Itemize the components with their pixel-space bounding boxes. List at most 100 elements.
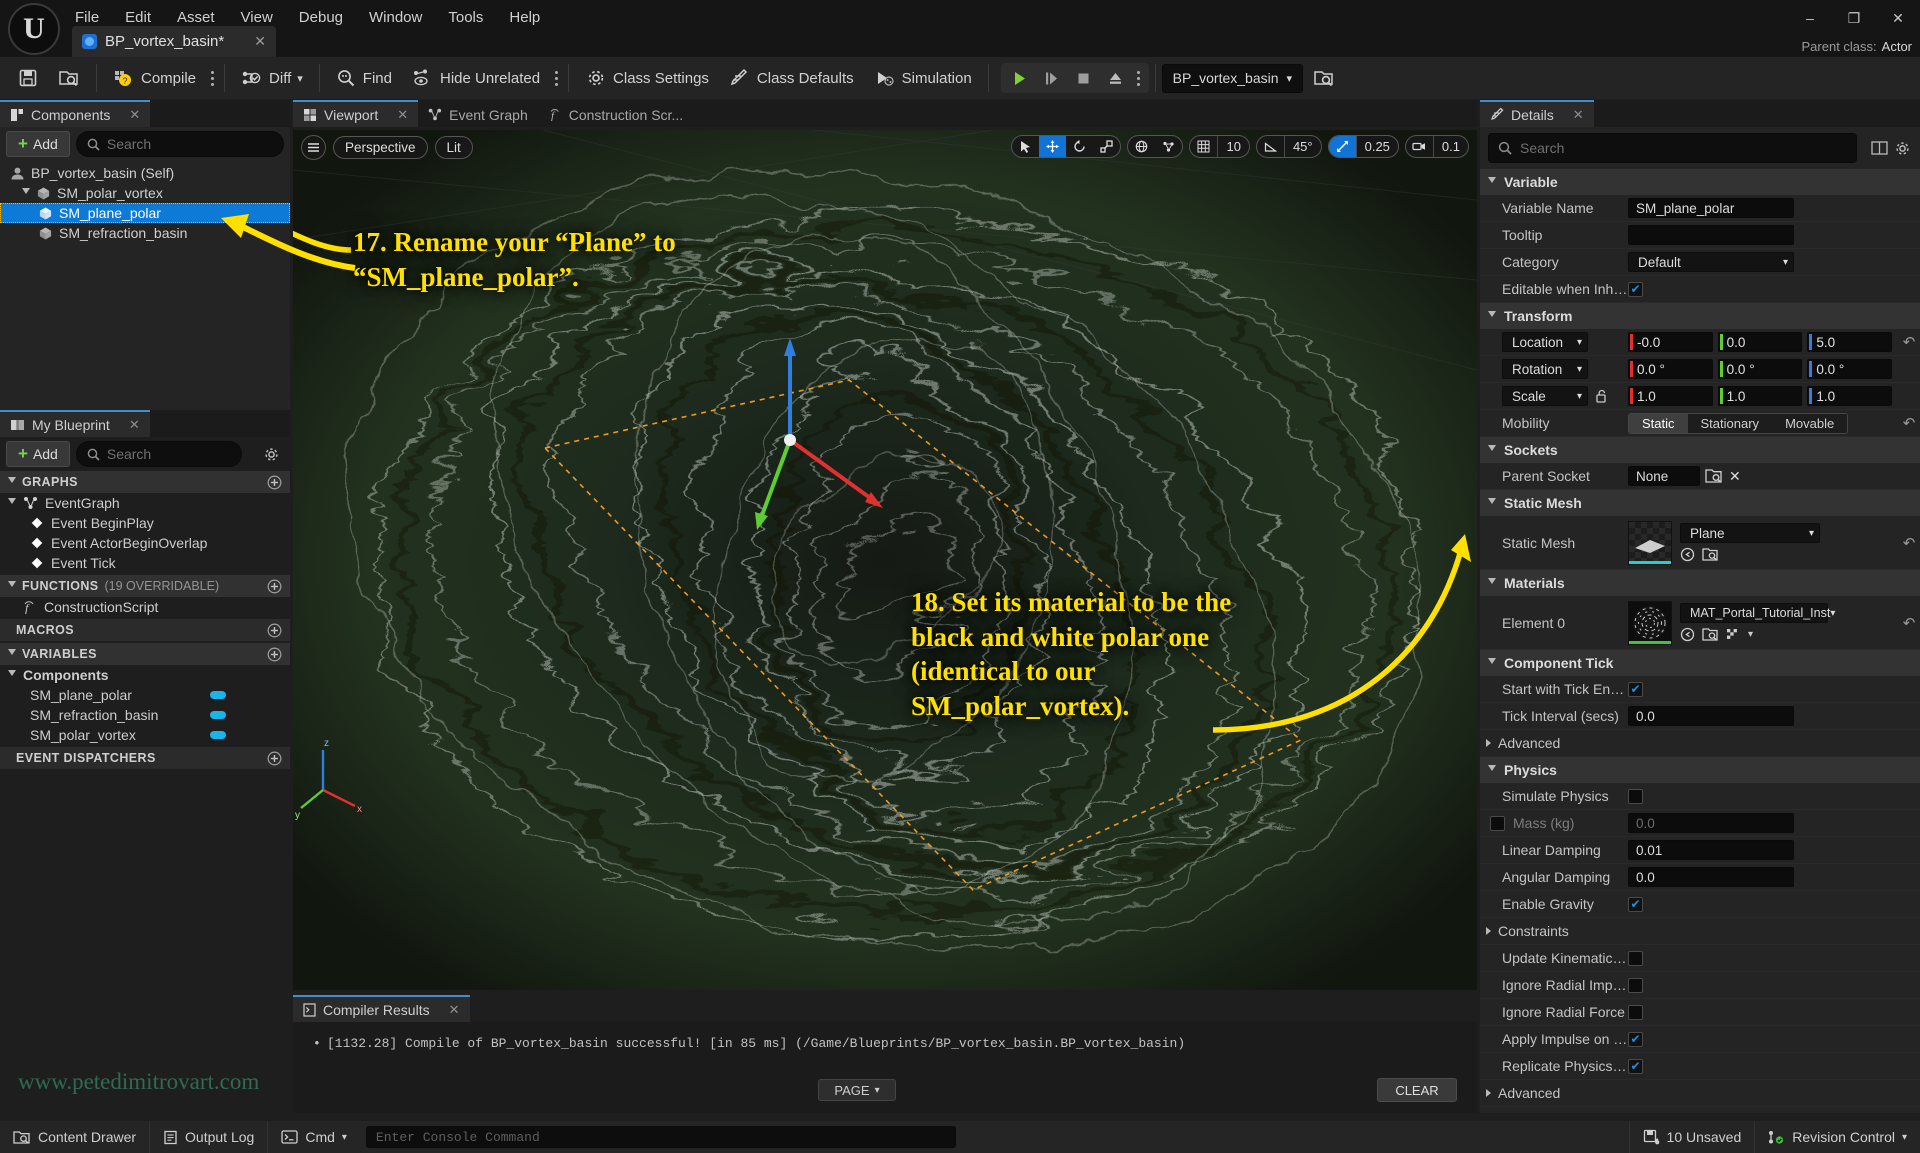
scale-y[interactable]: 1.0 — [1717, 386, 1803, 406]
scale-snap-icon[interactable] — [1328, 136, 1356, 157]
angle-snap-icon[interactable] — [1257, 136, 1284, 157]
use-selected-asset-icon[interactable] — [1680, 627, 1695, 642]
scale-tool-icon[interactable] — [1093, 136, 1120, 157]
start-tick-checkbox[interactable] — [1628, 681, 1643, 697]
close-icon[interactable]: ✕ — [1876, 0, 1920, 36]
unsaved-button[interactable]: 10 Unsaved — [1628, 1121, 1756, 1153]
menu-tools[interactable]: Tools — [435, 0, 496, 36]
tab-construction-script[interactable]: f Construction Scr... — [537, 100, 694, 127]
apply-impulse-checkbox[interactable] — [1628, 1031, 1643, 1047]
details-section-materials[interactable]: Materials — [1480, 570, 1920, 596]
simulation-button[interactable]: Simulation — [864, 59, 982, 97]
expander-icon[interactable] — [1488, 498, 1496, 508]
close-icon[interactable]: ✕ — [129, 107, 140, 123]
output-log-button[interactable]: Output Log — [150, 1121, 269, 1153]
revert-mobility-icon[interactable]: ↶ — [1898, 414, 1920, 432]
hide-unrelated-options-icon[interactable] — [550, 66, 562, 90]
columns-icon[interactable] — [1871, 140, 1888, 156]
category-combo[interactable]: Default ▾ — [1628, 252, 1794, 272]
chevron-down-icon[interactable]: ▾ — [1748, 629, 1753, 640]
rotation-dropdown[interactable]: Rotation ▾ — [1502, 359, 1588, 379]
details-section-static-mesh[interactable]: Static Mesh — [1480, 490, 1920, 516]
editable-checkbox[interactable] — [1628, 281, 1643, 297]
browse-button[interactable] — [48, 59, 90, 97]
material-options-icon[interactable] — [1726, 628, 1741, 642]
ignore-radial-force-checkbox[interactable] — [1628, 1004, 1643, 1020]
add-dispatcher-icon[interactable] — [267, 751, 282, 766]
details-section-sockets[interactable]: Sockets — [1480, 437, 1920, 463]
compiler-page-button[interactable]: PAGE ▾ — [818, 1079, 896, 1101]
cmd-button[interactable]: Cmd ▾ — [268, 1121, 360, 1153]
browse-icon[interactable] — [1705, 468, 1724, 484]
ignore-radial-impulse-checkbox[interactable] — [1628, 977, 1643, 993]
content-drawer-button[interactable]: Content Drawer — [0, 1121, 151, 1153]
revert-static-mesh-icon[interactable]: ↶ — [1898, 534, 1920, 552]
minimize-icon[interactable]: – — [1788, 0, 1832, 36]
move-tool-icon[interactable] — [1039, 136, 1067, 157]
variable-name-input[interactable]: SM_plane_polar — [1628, 198, 1794, 218]
graph-item-eventgraph[interactable]: EventGraph — [0, 493, 290, 513]
section-macros[interactable]: MACROS — [0, 619, 290, 641]
viewport-3d[interactable]: z x y Perspective Lit 10 45° 0.25 0.1 17… — [293, 130, 1477, 990]
material-asset-combo[interactable]: MAT_Portal_Tutorial_Inst ▾ — [1680, 603, 1835, 623]
compile-options-icon[interactable] — [206, 66, 218, 90]
tab-compiler-results[interactable]: Compiler Results ✕ — [293, 995, 470, 1022]
expander-icon[interactable] — [1488, 311, 1496, 321]
gear-icon[interactable] — [1894, 140, 1911, 157]
tab-details[interactable]: Details ✕ — [1480, 100, 1594, 127]
add-component-button[interactable]: + Add — [6, 131, 70, 157]
graph-item-event-tick[interactable]: Event Tick — [0, 553, 290, 573]
variable-item-polar-vortex[interactable]: SM_polar_vortex — [0, 725, 290, 745]
compiler-clear-button[interactable]: CLEAR — [1377, 1078, 1457, 1102]
angle-snap-value[interactable]: 45° — [1283, 136, 1321, 157]
expander-icon[interactable] — [8, 670, 16, 680]
variable-group-components[interactable]: Components — [0, 665, 290, 685]
update-kinematic-checkbox[interactable] — [1628, 950, 1643, 966]
mass-override-checkbox[interactable] — [1490, 815, 1505, 831]
close-icon[interactable]: ✕ — [1573, 107, 1584, 123]
maximize-icon[interactable]: ❐ — [1832, 0, 1876, 36]
expander-icon[interactable] — [1486, 927, 1491, 935]
mobility-movable[interactable]: Movable — [1772, 413, 1848, 433]
parent-class-value[interactable]: Actor — [1882, 39, 1912, 54]
section-variables[interactable]: VARIABLES — [0, 643, 290, 665]
viewport-perspective-button[interactable]: Perspective — [333, 135, 428, 159]
static-mesh-asset-combo[interactable]: Plane ▾ — [1680, 523, 1820, 543]
expander-icon[interactable] — [22, 188, 30, 198]
browse-to-asset-button[interactable] — [1303, 59, 1345, 97]
variable-item-plane-polar[interactable]: SM_plane_polar — [0, 685, 290, 705]
select-tool-icon[interactable] — [1012, 136, 1039, 157]
play-options-icon[interactable] — [1133, 66, 1145, 90]
grid-snap-value[interactable]: 10 — [1217, 136, 1248, 157]
menu-debug[interactable]: Debug — [286, 0, 356, 36]
revision-control-button[interactable]: Revision Control ▾ — [1755, 1121, 1920, 1153]
section-event-dispatchers[interactable]: EVENT DISPATCHERS — [0, 747, 290, 769]
variable-item-refraction-basin[interactable]: SM_refraction_basin — [0, 705, 290, 725]
details-section-transform[interactable]: Transform — [1480, 303, 1920, 329]
tick-interval-input[interactable]: 0.0 — [1628, 706, 1794, 726]
viewport-menu-button[interactable] — [301, 134, 326, 160]
material-thumbnail[interactable] — [1628, 600, 1672, 645]
expander-icon[interactable] — [1488, 658, 1496, 668]
location-x[interactable]: -0.0 — [1628, 332, 1713, 352]
group-component-tick-advanced[interactable]: Advanced — [1480, 730, 1920, 757]
surface-snap-icon[interactable] — [1155, 136, 1182, 157]
location-z[interactable]: 5.0 — [1807, 332, 1893, 352]
class-defaults-button[interactable]: Class Defaults — [719, 59, 864, 97]
details-section-physics[interactable]: Physics — [1480, 757, 1920, 783]
lock-open-icon[interactable] — [1595, 389, 1608, 403]
add-blueprint-item-button[interactable]: + Add — [6, 441, 70, 467]
group-constraints[interactable]: Constraints — [1480, 918, 1920, 945]
details-section-component-tick[interactable]: Component Tick — [1480, 650, 1920, 676]
expander-icon[interactable] — [8, 581, 16, 591]
tab-event-graph[interactable]: Event Graph — [418, 100, 538, 127]
revert-material-icon[interactable]: ↶ — [1898, 614, 1920, 632]
details-section-variable[interactable]: Variable — [1480, 169, 1920, 195]
use-selected-asset-icon[interactable] — [1680, 547, 1695, 562]
stop-button[interactable] — [1069, 64, 1099, 92]
function-item-construction-script[interactable]: f ConstructionScript — [0, 597, 290, 617]
rotate-tool-icon[interactable] — [1066, 136, 1093, 157]
tab-components[interactable]: Components ✕ — [0, 100, 151, 127]
mobility-static[interactable]: Static — [1629, 413, 1688, 433]
expander-icon[interactable] — [1486, 1089, 1491, 1097]
